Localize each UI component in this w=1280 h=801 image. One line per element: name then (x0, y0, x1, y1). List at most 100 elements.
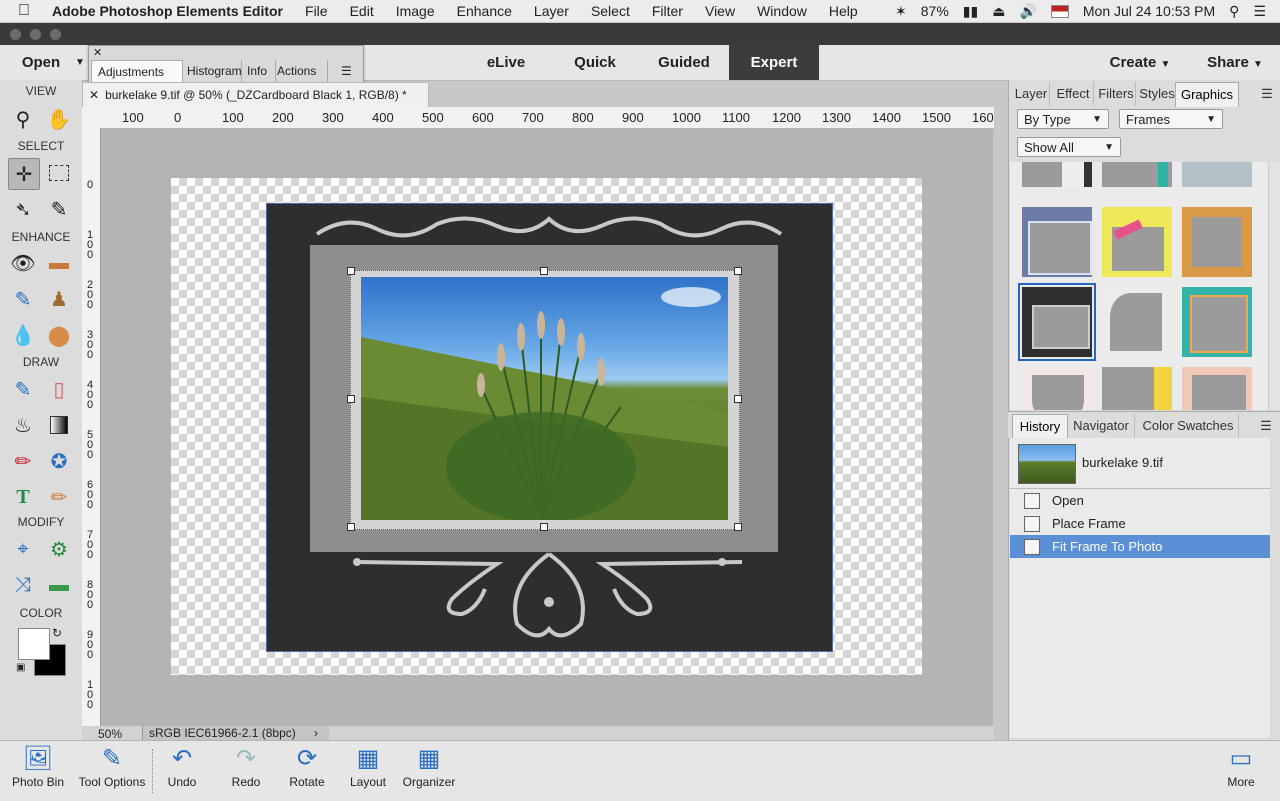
content-aware-move-icon[interactable]: ⤨ (8, 570, 38, 600)
menu-image[interactable]: Image (396, 3, 435, 19)
zoom-window-button[interactable] (50, 29, 61, 40)
show-all-dropdown[interactable]: Show All ▼ (1017, 137, 1121, 157)
brush-tool-icon[interactable]: ✎ (8, 374, 38, 404)
flag-icon[interactable] (1050, 4, 1069, 18)
tab-layers[interactable]: Layer (1013, 82, 1050, 106)
eraser-tool-icon[interactable]: ▯ (44, 374, 74, 404)
tab-history[interactable]: History (1012, 414, 1068, 439)
clone-stamp-icon[interactable]: ♟ (44, 284, 74, 314)
notifications-icon[interactable]: ☰ (1253, 3, 1266, 20)
panel-menu-icon[interactable]: ☰ (335, 60, 361, 82)
photo-bin-button[interactable]: 🖼 Photo Bin (6, 741, 70, 801)
frame-thumbnail[interactable] (1182, 207, 1252, 277)
frame-thumbnail[interactable] (1102, 162, 1172, 187)
menu-enhance[interactable]: Enhance (457, 3, 512, 19)
transform-handle[interactable] (347, 523, 355, 531)
menu-select[interactable]: Select (591, 3, 630, 19)
frame-thumbnail[interactable] (1022, 207, 1092, 277)
recompose-tool-icon[interactable]: ⚙ (44, 534, 74, 564)
open-dropdown-icon[interactable]: ▼ (72, 45, 88, 80)
chevron-right-icon[interactable]: › (314, 726, 318, 740)
tab-navigator[interactable]: Navigator (1068, 414, 1135, 438)
rotate-button[interactable]: ⟳ Rotate (282, 741, 332, 801)
zoom-tool-icon[interactable]: ⚲ (8, 104, 38, 134)
tab-graphics[interactable]: Graphics (1175, 82, 1239, 107)
transform-handle[interactable] (734, 523, 742, 531)
default-colors-icon[interactable]: ▣ (16, 662, 25, 673)
document-tab[interactable]: ✕ burkelake 9.tif @ 50% (_DZCardboard Bla… (82, 82, 429, 108)
menu-edit[interactable]: Edit (350, 3, 374, 19)
panel-menu-icon[interactable]: ☰ (1257, 82, 1277, 106)
redo-button[interactable]: ↷ Redo (224, 741, 268, 801)
apple-menu-icon[interactable]:  (18, 2, 36, 20)
tab-adjustments[interactable]: Adjustments (91, 60, 183, 83)
mode-expert[interactable]: Expert (729, 45, 819, 80)
swap-colors-icon[interactable]: ↻ (52, 626, 62, 640)
history-file-name[interactable]: burkelake 9.tif (1082, 455, 1163, 470)
frame-thumbnail[interactable] (1102, 207, 1172, 277)
transform-handle[interactable] (347, 267, 355, 275)
tab-styles[interactable]: Styles (1139, 82, 1176, 106)
straighten-tool-icon[interactable]: ▬ (44, 570, 74, 600)
bluetooth-icon[interactable]: ✶ (895, 3, 907, 20)
frame-thumbnail-selected[interactable] (1018, 283, 1096, 361)
frame-thumbnail[interactable] (1102, 287, 1172, 357)
frame-thumbnail[interactable] (1102, 367, 1172, 410)
tab-color-swatches[interactable]: Color Swatches (1138, 414, 1239, 438)
frame-thumbnail[interactable] (1182, 162, 1252, 187)
layout-button[interactable]: ▦ Layout (344, 741, 392, 801)
create-button[interactable]: Create ▼ (1100, 45, 1180, 80)
mode-guided[interactable]: Guided (650, 45, 718, 80)
tab-actions[interactable]: Actions (271, 60, 328, 82)
menu-window[interactable]: Window (757, 3, 807, 19)
tab-effects[interactable]: Effect (1053, 82, 1094, 106)
menu-view[interactable]: View (705, 3, 735, 19)
frame-thumbnail[interactable] (1022, 367, 1092, 410)
custom-shape-icon[interactable]: ✪ (44, 446, 74, 476)
transform-handle[interactable] (734, 395, 742, 403)
menu-file[interactable]: File (305, 3, 328, 19)
healing-brush-icon[interactable]: ▬ (44, 248, 74, 278)
paint-bucket-icon[interactable]: ♨ (8, 410, 38, 440)
marquee-tool-icon[interactable] (44, 158, 74, 188)
red-eye-tool-icon[interactable]: 👁 (8, 248, 38, 278)
menu-filter[interactable]: Filter (652, 3, 683, 19)
gradient-tool-icon[interactable] (44, 410, 74, 440)
battery-icon[interactable]: ▮▮ (963, 3, 978, 20)
mode-elive[interactable]: eLive (476, 45, 536, 80)
smart-brush-icon[interactable]: ✎ (8, 284, 38, 314)
sponge-tool-icon[interactable]: ⬤ (44, 320, 74, 350)
blur-tool-icon[interactable]: 💧 (8, 320, 38, 350)
menu-help[interactable]: Help (829, 3, 858, 19)
transform-handle[interactable] (540, 267, 548, 275)
app-menu[interactable]: Adobe Photoshop Elements Editor (52, 3, 283, 19)
panel-menu-icon[interactable]: ☰ (1256, 414, 1276, 438)
by-type-dropdown[interactable]: By Type ▼ (1017, 109, 1109, 129)
frame-thumbnail[interactable] (1182, 367, 1252, 410)
share-button[interactable]: Share ▼ (1195, 45, 1275, 80)
tab-filters[interactable]: Filters (1097, 82, 1136, 106)
foreground-color-swatch-front[interactable] (18, 628, 50, 660)
minimize-window-button[interactable] (30, 29, 41, 40)
volume-icon[interactable]: 🔊 (1019, 3, 1036, 20)
battery-percent[interactable]: 87% (921, 3, 949, 19)
history-step[interactable]: Open (1010, 489, 1270, 512)
frame-thumbnail[interactable] (1022, 162, 1092, 187)
frame-thumbnail[interactable] (1182, 287, 1252, 357)
menu-layer[interactable]: Layer (534, 3, 569, 19)
history-snapshot-thumbnail[interactable] (1018, 444, 1076, 484)
history-step-selected[interactable]: Fit Frame To Photo (1010, 535, 1270, 558)
photo-grass-landscape[interactable] (361, 277, 728, 520)
close-icon[interactable]: ✕ (93, 46, 102, 59)
quick-selection-tool-icon[interactable]: ✎ (44, 194, 74, 224)
more-button[interactable]: ▭ More (1216, 741, 1266, 801)
crop-tool-icon[interactable]: ⌖ (8, 534, 38, 564)
eject-icon[interactable]: ⏏ (992, 3, 1005, 20)
eyedropper-icon[interactable]: ✏ (8, 446, 38, 476)
organizer-button[interactable]: ▦ Organizer (398, 741, 460, 801)
tab-histogram[interactable]: Histogram (181, 60, 242, 82)
move-tool-icon[interactable]: ✛ (8, 158, 40, 190)
zoom-level[interactable]: 50% (98, 727, 122, 741)
hand-tool-icon[interactable]: ✋ (44, 104, 74, 134)
lasso-tool-icon[interactable]: ➴ (8, 194, 38, 224)
